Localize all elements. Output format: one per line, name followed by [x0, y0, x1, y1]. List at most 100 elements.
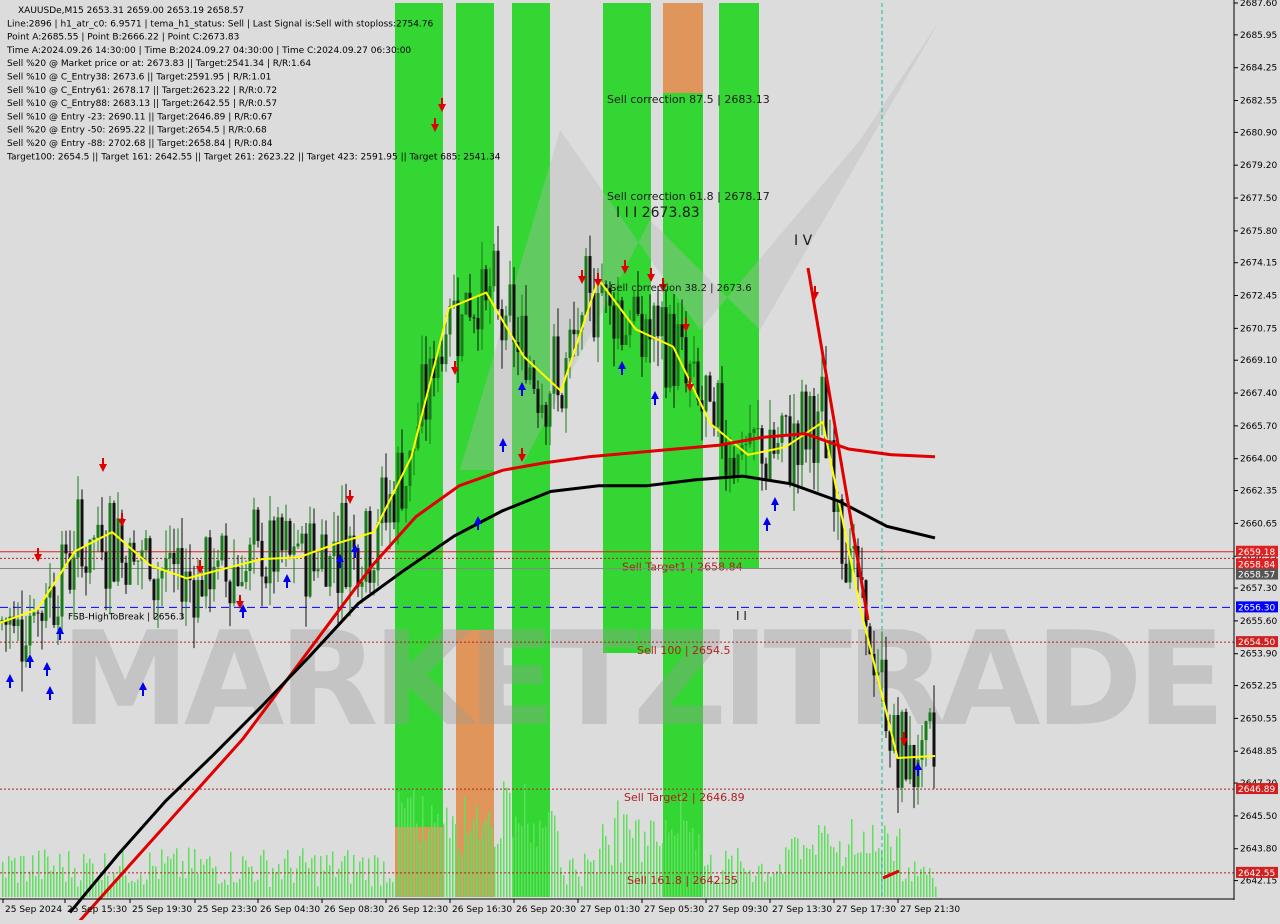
volume-bar — [878, 848, 880, 897]
candle-body — [164, 558, 168, 571]
volume-bar — [278, 863, 280, 897]
volume-bar — [632, 837, 634, 897]
volume-bar — [347, 850, 349, 897]
price-chart: MARKETZITRADE Sell Target1 | 2658.84Sell… — [0, 0, 1280, 924]
candle-body — [136, 560, 140, 562]
volume-bar — [515, 816, 517, 897]
price-tag: 2658.57 — [1236, 568, 1278, 581]
candle-body — [280, 517, 284, 551]
volume-bar — [905, 878, 907, 897]
candle-body — [36, 612, 40, 614]
volume-bar — [92, 863, 94, 897]
volume-bar — [107, 875, 109, 897]
candle-body — [596, 293, 600, 338]
candle-body — [568, 329, 572, 359]
candle-body — [880, 659, 884, 673]
volume-bar — [224, 879, 226, 897]
volume-bar — [740, 861, 742, 897]
volume-bar — [146, 879, 148, 897]
candle-body — [40, 612, 44, 621]
candle-body — [908, 744, 912, 780]
volume-bar — [833, 847, 835, 897]
candle-body — [480, 269, 484, 330]
candle-body — [304, 533, 308, 597]
candle-body — [692, 361, 696, 364]
volume-bar — [119, 866, 121, 897]
info-line: Sell %20 @ Market price or at: 2673.83 |… — [7, 59, 311, 69]
candle-body — [160, 570, 164, 579]
volume-bar — [320, 856, 322, 897]
candle-body — [144, 538, 148, 551]
candle-body — [172, 552, 176, 565]
volume-bar — [902, 881, 904, 897]
volume-bar — [308, 867, 310, 897]
candle-body — [620, 300, 624, 345]
candle-body — [112, 502, 116, 582]
volume-bar — [473, 819, 475, 897]
candle-body — [152, 579, 156, 601]
volume-bar — [404, 807, 406, 897]
volume-bar — [821, 832, 823, 897]
y-tick-label: 2655.60 — [1240, 617, 1277, 627]
volume-bar — [770, 876, 772, 897]
volume-bar — [74, 867, 76, 897]
volume-bar — [482, 825, 484, 897]
volume-bar — [647, 845, 649, 897]
candle-body — [440, 356, 444, 365]
y-tick-label: 2660.65 — [1240, 519, 1277, 529]
volume-bar — [800, 859, 802, 897]
volume-bar — [767, 871, 769, 897]
volume-bar — [221, 882, 223, 897]
candle-body — [300, 533, 304, 544]
volume-bar — [248, 867, 250, 897]
candle-body — [712, 401, 716, 428]
volume-bar — [500, 838, 502, 897]
candle-body — [92, 537, 96, 540]
volume-bar — [839, 840, 841, 897]
annotation-label: Sell correction 38.2 | 2673.6 — [610, 283, 752, 294]
volume-bar — [41, 879, 43, 897]
volume-bar — [293, 882, 295, 897]
volume-bar — [614, 818, 616, 897]
volume-bar — [413, 788, 415, 897]
candle-body — [716, 382, 720, 428]
candle-body — [660, 307, 664, 337]
candle-body — [176, 548, 180, 565]
volume-bar — [470, 830, 472, 897]
candle-body — [372, 570, 376, 583]
volume-bar — [194, 849, 196, 897]
y-tick-label: 2674.15 — [1240, 259, 1277, 269]
volume-bar — [485, 819, 487, 897]
candle-body — [592, 292, 596, 338]
candle-body — [736, 454, 740, 477]
candle-body — [680, 324, 684, 338]
annotation-label: I I — [736, 609, 747, 623]
candle-body — [884, 659, 888, 732]
candle-body — [200, 579, 204, 597]
candle-body — [540, 404, 544, 413]
candle-body — [584, 256, 588, 316]
volume-bar — [560, 867, 562, 897]
candle-body — [508, 284, 512, 316]
candle-body — [16, 619, 20, 627]
candle-body — [668, 313, 672, 388]
volume-bar — [149, 852, 151, 897]
y-tick-label: 2669.10 — [1240, 356, 1277, 366]
candle-body — [900, 711, 904, 788]
volume-bar — [596, 872, 598, 897]
volume-bar — [617, 800, 619, 897]
volume-bar — [773, 873, 775, 897]
volume-bar — [761, 863, 763, 897]
volume-bar — [179, 877, 181, 897]
x-tick-label: 26 Sep 08:30 — [324, 905, 384, 915]
candle-body — [156, 578, 160, 601]
candle-body — [148, 538, 152, 580]
candle-body — [644, 319, 648, 358]
volume-bar — [659, 846, 661, 897]
volume-bar — [410, 797, 412, 897]
volume-bar — [845, 857, 847, 897]
volume-bar — [644, 831, 646, 897]
volume-bar — [464, 797, 466, 897]
info-line: Sell %10 @ Entry -23: 2690.11 || Target:… — [7, 112, 272, 122]
volume-bar — [746, 872, 748, 897]
